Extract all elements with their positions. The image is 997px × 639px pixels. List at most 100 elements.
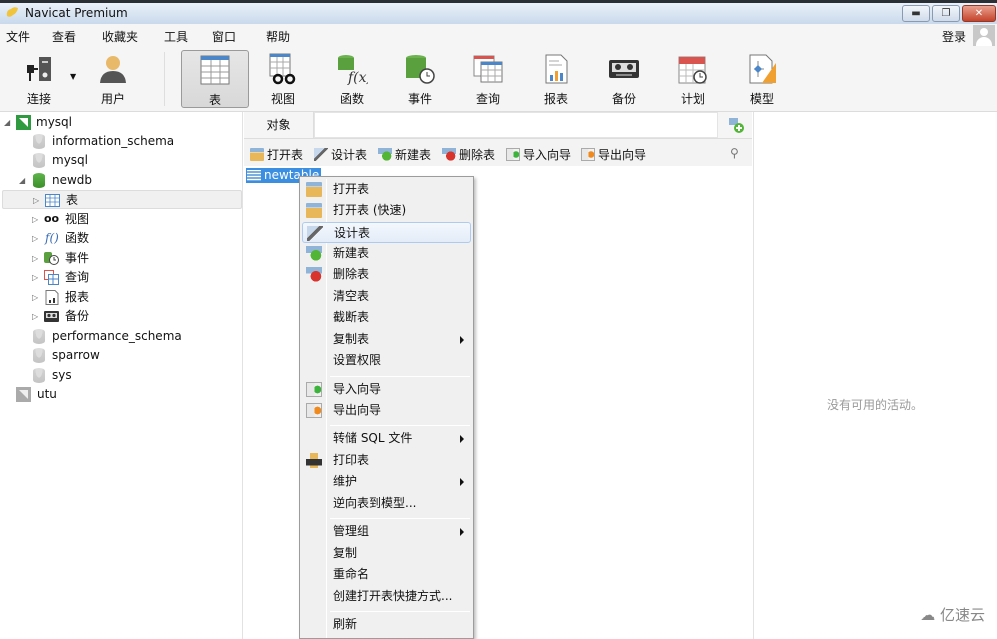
menu-item-manage-group[interactable]: 管理组 — [302, 521, 471, 542]
toolbar-event-button[interactable]: 事件 — [387, 50, 453, 108]
open-table-fast-icon — [306, 203, 322, 218]
menu-file[interactable]: 文件 — [6, 28, 30, 45]
user-icon — [100, 56, 126, 83]
menu-item-duplicate-table[interactable]: 复制表 — [302, 329, 471, 350]
menu-help[interactable]: 帮助 — [266, 28, 290, 45]
collapsed-arrow-icon[interactable]: ▷ — [32, 216, 40, 224]
toolbar-separator — [164, 52, 165, 106]
toolbar-backup-button[interactable]: 备份 — [591, 50, 657, 108]
tree-item-database-newdb[interactable]: ◢ newdb — [0, 171, 243, 190]
user-avatar-icon[interactable] — [973, 25, 995, 47]
menu-item-maintain[interactable]: 维护 — [302, 471, 471, 492]
toolbar-backup-label: 备份 — [611, 92, 636, 106]
toolbar-view-label: 视图 — [270, 92, 295, 106]
toolbar-report-button[interactable]: 报表 — [523, 50, 589, 108]
tree-item-backups[interactable]: ▷ 备份 — [0, 307, 243, 326]
tab-objects[interactable]: 对象 — [244, 112, 314, 138]
menu-item-open-table[interactable]: 打开表 — [302, 179, 471, 200]
menu-item-copy[interactable]: 复制 — [302, 543, 471, 564]
menu-item-import-wizard[interactable]: 导入向导 — [302, 379, 471, 400]
menu-item-delete-table[interactable]: 删除表 — [302, 264, 471, 285]
tree-item-mysql-connection[interactable]: ◢ mysql — [0, 113, 243, 132]
add-table-icon — [729, 118, 744, 133]
tree-item-functions[interactable]: ▷ f() 函数 — [0, 229, 243, 248]
event-icon — [44, 252, 59, 265]
submenu-arrow-icon — [460, 528, 464, 536]
toolbar-query-button[interactable]: 查询 — [455, 50, 521, 108]
menu-item-empty-table[interactable]: 清空表 — [302, 286, 471, 307]
collapsed-arrow-icon[interactable]: ▷ — [32, 235, 40, 243]
close-button[interactable]: ✕ — [962, 5, 996, 22]
database-icon — [33, 348, 45, 363]
menu-item-print-table[interactable]: 打印表 — [302, 450, 471, 471]
open-table-icon — [306, 182, 322, 197]
database-icon — [33, 153, 45, 168]
menu-item-rename[interactable]: 重命名 — [302, 564, 471, 585]
toolbar-table-button[interactable]: 表 — [181, 50, 249, 108]
design-table-action[interactable]: 设计表 — [314, 146, 367, 163]
toolbar-schedule-button[interactable]: 计划 — [660, 50, 726, 108]
menu-item-new-table[interactable]: 新建表 — [302, 243, 471, 264]
menu-favorites[interactable]: 收藏夹 — [102, 28, 138, 45]
collapsed-arrow-icon[interactable]: ▷ — [32, 255, 40, 263]
toolbar-function-button[interactable]: f(x) 函数 — [319, 50, 385, 108]
tree-item-database[interactable]: information_schema — [0, 132, 243, 151]
tree-item-database[interactable]: sys — [0, 366, 243, 385]
menu-bar: 文件 查看 收藏夹 工具 窗口 帮助 登录 — [0, 24, 997, 46]
collapsed-arrow-icon[interactable]: ▷ — [32, 294, 40, 302]
tree-item-utu-connection[interactable]: utu — [0, 385, 243, 404]
menu-item-reverse-to-model[interactable]: 逆向表到模型... — [302, 493, 471, 514]
import-wizard-action[interactable]: 导入向导 — [506, 146, 571, 163]
connection-tree: ◢ mysql information_schema mysql ◢ newdb… — [0, 112, 243, 639]
toolbar-model-button[interactable]: 模型 — [729, 50, 795, 108]
open-table-icon — [250, 148, 264, 161]
tree-item-queries[interactable]: ▷ 查询 — [0, 268, 243, 287]
menu-item-refresh[interactable]: 刷新 — [302, 614, 471, 635]
menu-item-create-shortcut[interactable]: 创建打开表快捷方式... — [302, 586, 471, 607]
export-wizard-icon — [581, 148, 595, 161]
query-icon — [473, 55, 503, 83]
delete-table-icon — [306, 267, 322, 282]
database-active-icon — [33, 173, 45, 188]
export-wizard-icon — [306, 403, 322, 418]
expanded-arrow-icon[interactable]: ◢ — [4, 119, 12, 127]
delete-table-action[interactable]: 删除表 — [442, 146, 495, 163]
menu-item-truncate-table[interactable]: 截断表 — [302, 307, 471, 328]
collapsed-arrow-icon[interactable]: ▷ — [33, 197, 41, 205]
tree-item-database[interactable]: sparrow — [0, 346, 243, 365]
restore-button[interactable]: ❐ — [932, 5, 960, 22]
collapsed-arrow-icon[interactable]: ▷ — [32, 313, 40, 321]
database-icon — [33, 134, 45, 149]
collapsed-arrow-icon[interactable]: ▷ — [32, 274, 40, 282]
menu-item-export-wizard[interactable]: 导出向导 — [302, 400, 471, 421]
toolbar-user-button[interactable]: 用户 — [80, 50, 146, 108]
objects-filter-input[interactable] — [314, 112, 718, 138]
expanded-arrow-icon[interactable]: ◢ — [19, 177, 27, 185]
login-link[interactable]: 登录 — [942, 28, 966, 45]
menu-item-dump-sql[interactable]: 转储 SQL 文件 — [302, 428, 471, 449]
menu-tools[interactable]: 工具 — [164, 28, 188, 45]
minimize-button[interactable]: ▬ — [902, 5, 930, 22]
model-icon — [749, 54, 776, 84]
menu-item-design-table[interactable]: 设计表 — [302, 222, 471, 243]
toolbar-connection-button[interactable]: 连接 — [6, 50, 72, 108]
menu-item-set-permissions[interactable]: 设置权限 — [302, 350, 471, 371]
tree-item-events[interactable]: ▷ 事件 — [0, 249, 243, 268]
open-table-action[interactable]: 打开表 — [250, 146, 303, 163]
tree-item-views[interactable]: ▷ oo 视图 — [0, 210, 243, 229]
search-icon[interactable]: ⚲ — [730, 146, 739, 160]
menu-item-open-table-fast[interactable]: 打开表 (快速) — [302, 200, 471, 221]
toolbar-view-button[interactable]: 视图 — [250, 50, 316, 108]
watermark: ☁ 亿速云 — [920, 606, 985, 624]
menu-view[interactable]: 查看 — [52, 28, 76, 45]
tree-item-reports[interactable]: ▷ 报表 — [0, 288, 243, 307]
connection-dropdown-arrow-icon[interactable]: ▼ — [70, 72, 76, 81]
tree-item-database[interactable]: performance_schema — [0, 327, 243, 346]
new-table-action[interactable]: 新建表 — [378, 146, 431, 163]
menu-window[interactable]: 窗口 — [212, 28, 236, 45]
new-object-button[interactable] — [718, 112, 752, 138]
menu-separator — [330, 611, 470, 612]
tree-item-database[interactable]: mysql — [0, 151, 243, 170]
export-wizard-action[interactable]: 导出向导 — [581, 146, 646, 163]
tree-item-tables[interactable]: ▷ 表 — [2, 190, 242, 209]
